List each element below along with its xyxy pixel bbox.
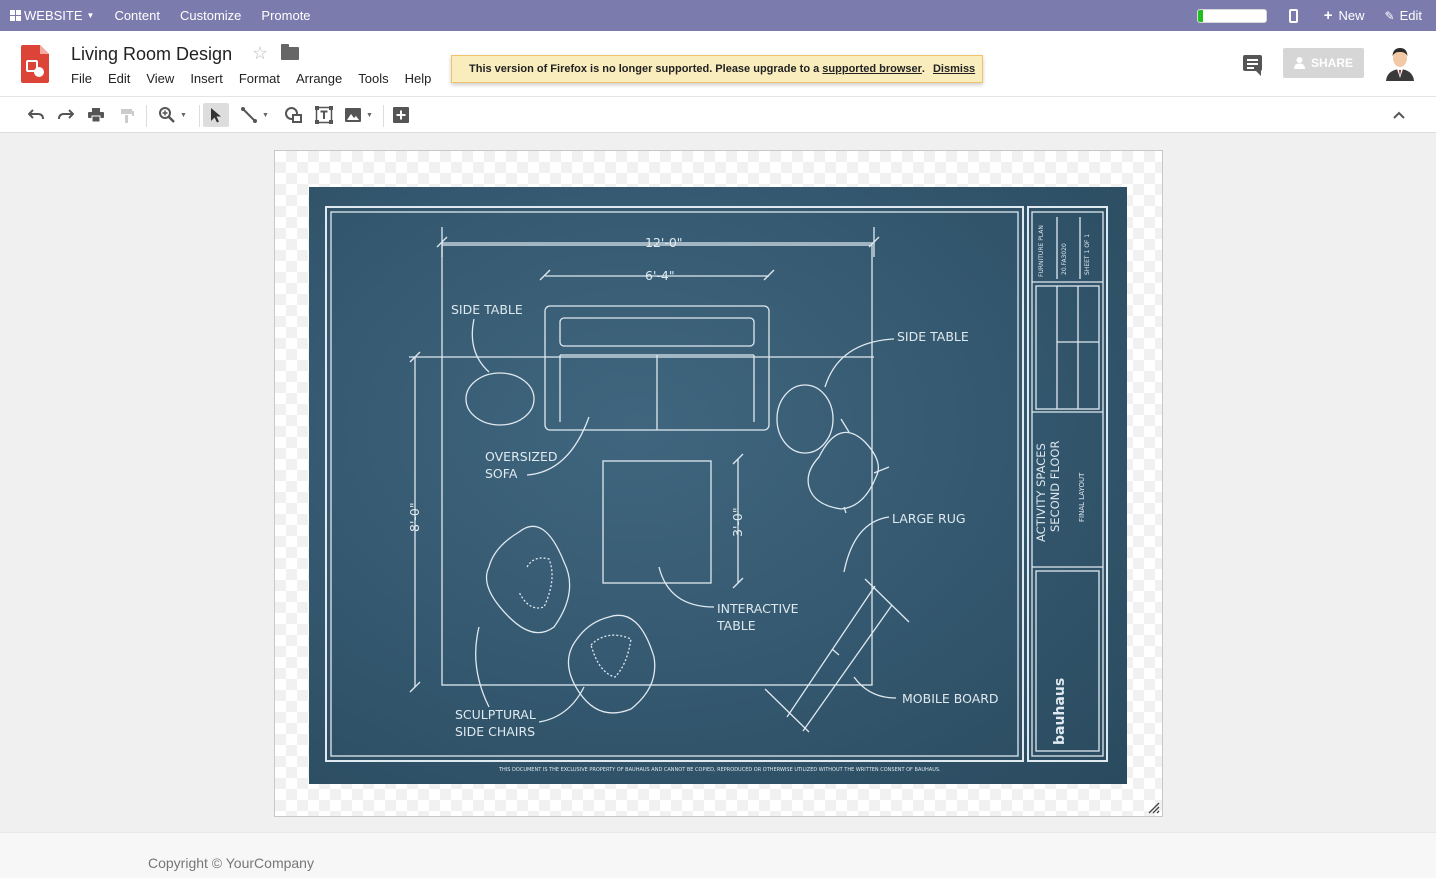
label-side-table-right: SIDE TABLE [897,329,969,344]
dimension-table: 3'-0" [730,507,745,537]
titleblock-cell-number: 20.FA3020 [1061,243,1068,275]
pencil-icon: ✎ [1384,8,1395,23]
copyright-text: Copyright © YourCompany [148,855,314,871]
titleblock-line1: ACTIVITY SPACES [1034,443,1048,542]
slide-canvas-area: 12'-0" 6'-4" 8'-0" 3'-0" SIDE TABLE SIDE… [0,133,1436,832]
titleblock-line3: FINAL LAYOUT [1078,472,1086,522]
label-table-line2: TABLE [716,618,756,633]
dimension-sofa: 6'-4" [645,268,675,283]
titleblock-cell-sheet: SHEET 1 OF 1 [1084,234,1091,275]
add-comment-icon[interactable] [390,103,412,127]
blueprint-image[interactable]: 12'-0" 6'-4" 8'-0" 3'-0" SIDE TABLE SIDE… [309,187,1127,784]
menu-format[interactable]: Format [231,70,288,87]
menu-tools[interactable]: Tools [350,70,396,87]
new-button[interactable]: + New [1314,0,1375,31]
share-button[interactable]: SHARE [1283,48,1364,78]
line-dropdown-icon: ▼ [262,111,269,119]
zoom-dropdown-icon: ▼ [180,111,187,119]
mobile-preview-icon[interactable] [1288,8,1298,23]
edit-button[interactable]: ✎ Edit [1375,0,1436,31]
titleblock-line2: SECOND FLOOR [1048,441,1062,532]
dismiss-link[interactable]: Dismiss [933,63,975,75]
toolbar-separator [146,105,147,127]
label-table-line1: INTERACTIVE [717,601,799,616]
document-title[interactable]: Living Room Design [71,44,232,65]
menu-arrange[interactable]: Arrange [288,70,350,87]
brand-text: bauhaus [1052,678,1068,745]
avatar[interactable] [1384,45,1416,81]
label-mobile-board: MOBILE BOARD [902,691,999,706]
dimension-top: 12'-0" [645,235,683,250]
edit-button-label: Edit [1399,8,1422,23]
website-menu-button[interactable]: WEBSITE ▼ [0,0,104,31]
page-footer: Copyright © YourCompany [0,832,1436,878]
website-menu-label: WEBSITE [24,8,83,23]
undo-icon[interactable] [25,103,47,127]
website-top-bar: WEBSITE ▼ Content Customize Promote + Ne… [0,0,1436,31]
collapse-icon[interactable] [1388,103,1410,127]
apps-grid-icon [10,10,21,21]
caret-down-icon: ▼ [86,11,95,20]
progress-bar [1196,8,1267,23]
image-dropdown-icon: ▼ [366,111,373,119]
text-box-icon[interactable] [312,103,336,127]
menu-edit[interactable]: Edit [100,70,138,87]
select-icon[interactable] [203,103,229,127]
image-icon[interactable]: ▼ [342,103,376,127]
toolbar-separator [199,105,200,127]
person-icon [1293,57,1305,69]
label-sofa-line2: SOFA [485,466,518,481]
menu-bar: File Edit View Insert Format Arrange Too… [63,70,439,87]
editor-toolbar: ▼ ▼ ▼ [0,97,1436,133]
menu-help[interactable]: Help [397,70,440,87]
paint-format-icon[interactable] [116,103,138,127]
promote-menu-button[interactable]: Promote [251,0,320,31]
supported-browser-link[interactable]: supported browser [822,63,922,75]
notice-period: . [921,63,925,75]
dimension-left: 8'-0" [407,502,422,532]
label-sofa-line1: OVERSIZED [485,449,557,464]
menu-view[interactable]: View [138,70,182,87]
label-chairs-line1: SCULPTURAL [455,707,536,722]
progress-fill [1197,9,1203,22]
toolbar-separator [383,105,384,127]
star-icon[interactable]: ☆ [252,43,268,64]
folder-icon[interactable] [281,44,299,60]
slide[interactable]: 12'-0" 6'-4" 8'-0" 3'-0" SIDE TABLE SIDE… [274,150,1163,817]
floor-plan-drawing: 12'-0" 6'-4" 8'-0" 3'-0" SIDE TABLE SIDE… [325,206,1108,773]
slides-logo-icon[interactable] [21,45,49,83]
label-side-table-left: SIDE TABLE [451,302,523,317]
label-rug: LARGE RUG [892,511,966,526]
customize-menu-button[interactable]: Customize [170,0,251,31]
new-button-label: New [1338,8,1365,23]
unsupported-browser-notice: This version of Firefox is no longer sup… [451,55,983,83]
titleblock-cell-plan: FURNITURE PLAN [1038,225,1045,277]
comments-icon[interactable] [1243,55,1262,76]
print-icon[interactable] [85,103,107,127]
menu-file[interactable]: File [63,70,100,87]
resize-handle-icon[interactable] [1148,802,1160,814]
redo-icon[interactable] [55,103,77,127]
shape-icon[interactable] [282,103,304,127]
plus-icon: + [1323,7,1333,24]
zoom-icon[interactable]: ▼ [154,103,192,127]
document-header: Living Room Design ☆ File Edit View Inse… [0,31,1436,97]
share-button-label: SHARE [1310,56,1353,70]
line-icon[interactable]: ▼ [236,103,274,127]
menu-insert[interactable]: Insert [182,70,231,87]
blueprint-footer-note: THIS DOCUMENT IS THE EXCLUSIVE PROPERTY … [498,767,941,773]
notice-message: This version of Firefox is no longer sup… [469,63,820,75]
label-chairs-line2: SIDE CHAIRS [455,724,535,739]
content-menu-button[interactable]: Content [104,0,170,31]
